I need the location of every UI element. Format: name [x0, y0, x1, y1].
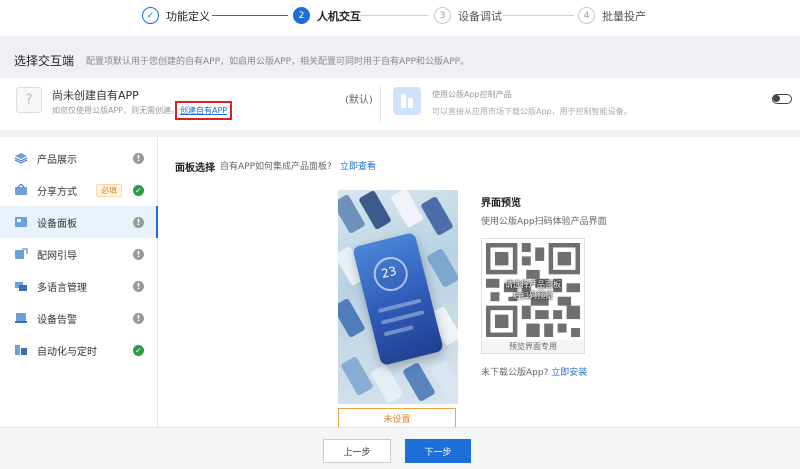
warning-icon: !: [133, 280, 144, 292]
public-app-title: 使用公版App控制产品: [432, 90, 512, 99]
step-mass-production[interactable]: 4 批量投产: [578, 7, 646, 24]
alarm-icon: [15, 313, 27, 323]
public-app-desc: 可以直接从应用市场下载公版App，用于控制智能设备。: [432, 107, 632, 116]
sidebar-item-product-display[interactable]: 产品展示 !: [0, 142, 158, 174]
section-title: 选择交互端: [14, 53, 75, 68]
share-icon: [15, 184, 27, 195]
qr-hint-line1: 请选择产品面板: [505, 279, 561, 289]
step-label: 人机交互: [317, 9, 361, 23]
automation-icon: [15, 345, 27, 355]
step-connector: [360, 15, 428, 16]
sidebar-item-automation[interactable]: 自动化与定时 ✓: [0, 334, 158, 366]
sidebar-item-label: 自动化与定时: [37, 346, 97, 358]
toggle-knob: [773, 95, 780, 102]
qr-caption: 预览界面专用: [482, 340, 584, 353]
qr-overlay: 请选择产品面板 后扫码预览: [486, 243, 580, 337]
own-app-desc: 如您仅使用公版APP，则无需创建。: [52, 106, 180, 115]
sidebar-item-label: 配网引导: [37, 250, 77, 262]
panel-question: 自有APP如何集成产品面板?: [220, 162, 332, 172]
warning-icon: !: [133, 248, 144, 260]
view-now-link[interactable]: 立即查看: [340, 159, 376, 172]
sidebar-item-label: 多语言管理: [37, 282, 87, 294]
preview-title: 界面预览: [481, 198, 521, 209]
qr-code-box: 请选择产品面板 后扫码预览 预览界面专用: [481, 238, 585, 354]
select-interaction-bar: 选择交互端 配置项默认用于您创建的自有APP，如启用公版APP，相关配置可同时用…: [0, 46, 800, 74]
panel-preview-image[interactable]: 23: [338, 190, 458, 404]
product-icon: [14, 153, 28, 164]
panel-icon: [15, 217, 27, 227]
check-circle-icon: ✓: [133, 184, 144, 196]
default-tag: (默认): [345, 95, 373, 106]
no-app-text: 未下载公版App? 立即安装: [481, 365, 587, 378]
step-connector: [502, 15, 574, 16]
own-app-title: 尚未创建自有APP: [52, 89, 139, 102]
panel-main: 面板选择 自有APP如何集成产品面板? 立即查看 23 未设置 界面预览 使用公…: [158, 137, 800, 428]
stepper: ✓ 功能定义 2 人机交互 3 设备调试 4 批量投产: [0, 0, 800, 36]
footer: 上一步 下一步: [0, 427, 800, 469]
sidebar-item-device-panel[interactable]: 设备面板 !: [0, 206, 158, 238]
sidebar: 产品展示 ! 分享方式 必填 ✓ 设备面板 ! 配网引导 ! 多语言管理 ! 设…: [0, 137, 158, 427]
divider: [380, 86, 381, 122]
step-connector: [212, 15, 288, 16]
public-app-icon: [393, 87, 421, 115]
step-number: 4: [578, 7, 595, 24]
step-label: 设备调试: [458, 9, 502, 23]
check-icon: ✓: [142, 7, 159, 24]
step-function-define[interactable]: ✓ 功能定义: [142, 7, 210, 24]
panel-select-label: 面板选择: [175, 163, 215, 174]
sidebar-item-label: 设备面板: [37, 218, 77, 230]
sidebar-item-network-guide[interactable]: 配网引导 !: [0, 238, 158, 270]
sidebar-item-label: 设备告警: [37, 314, 77, 326]
sidebar-item-share[interactable]: 分享方式 必填 ✓: [0, 174, 158, 206]
warning-icon: !: [133, 152, 144, 164]
check-circle-icon: ✓: [133, 344, 144, 356]
app-cards: ? 尚未创建自有APP 如您仅使用公版APP，则无需创建。 创建自有APP (默…: [0, 78, 800, 130]
prev-step-button[interactable]: 上一步: [323, 439, 391, 463]
question-icon: ?: [16, 87, 42, 113]
unset-button[interactable]: 未设置: [338, 408, 456, 428]
step-label: 功能定义: [166, 9, 210, 23]
no-app-question: 未下载公版App?: [481, 368, 549, 378]
network-icon: [15, 248, 28, 259]
required-tag: 必填: [96, 183, 122, 197]
language-icon: [15, 282, 27, 291]
sidebar-item-alarm[interactable]: 设备告警 !: [0, 302, 158, 334]
preview-desc: 使用公版App扫码体验产品界面: [481, 217, 607, 227]
warning-icon: !: [133, 216, 144, 228]
sidebar-item-label: 分享方式: [37, 186, 77, 198]
step-label: 批量投产: [602, 9, 646, 23]
warning-icon: !: [133, 312, 144, 324]
step-number: 3: [434, 7, 451, 24]
section-desc: 配置项默认用于您创建的自有APP，如启用公版APP，相关配置可同时用于自有APP…: [86, 56, 470, 67]
sidebar-item-label: 产品展示: [37, 154, 77, 166]
step-device-debug[interactable]: 3 设备调试: [434, 7, 502, 24]
qr-hint-line2: 后扫码预览: [513, 291, 553, 300]
create-own-app-link[interactable]: 创建自有APP: [175, 101, 233, 120]
public-app-toggle[interactable]: [772, 94, 792, 104]
step-number: 2: [293, 7, 310, 24]
next-step-button[interactable]: 下一步: [405, 439, 471, 463]
step-interaction[interactable]: 2 人机交互: [293, 7, 361, 24]
sidebar-item-language[interactable]: 多语言管理 !: [0, 270, 158, 302]
install-now-link[interactable]: 立即安装: [551, 368, 587, 378]
